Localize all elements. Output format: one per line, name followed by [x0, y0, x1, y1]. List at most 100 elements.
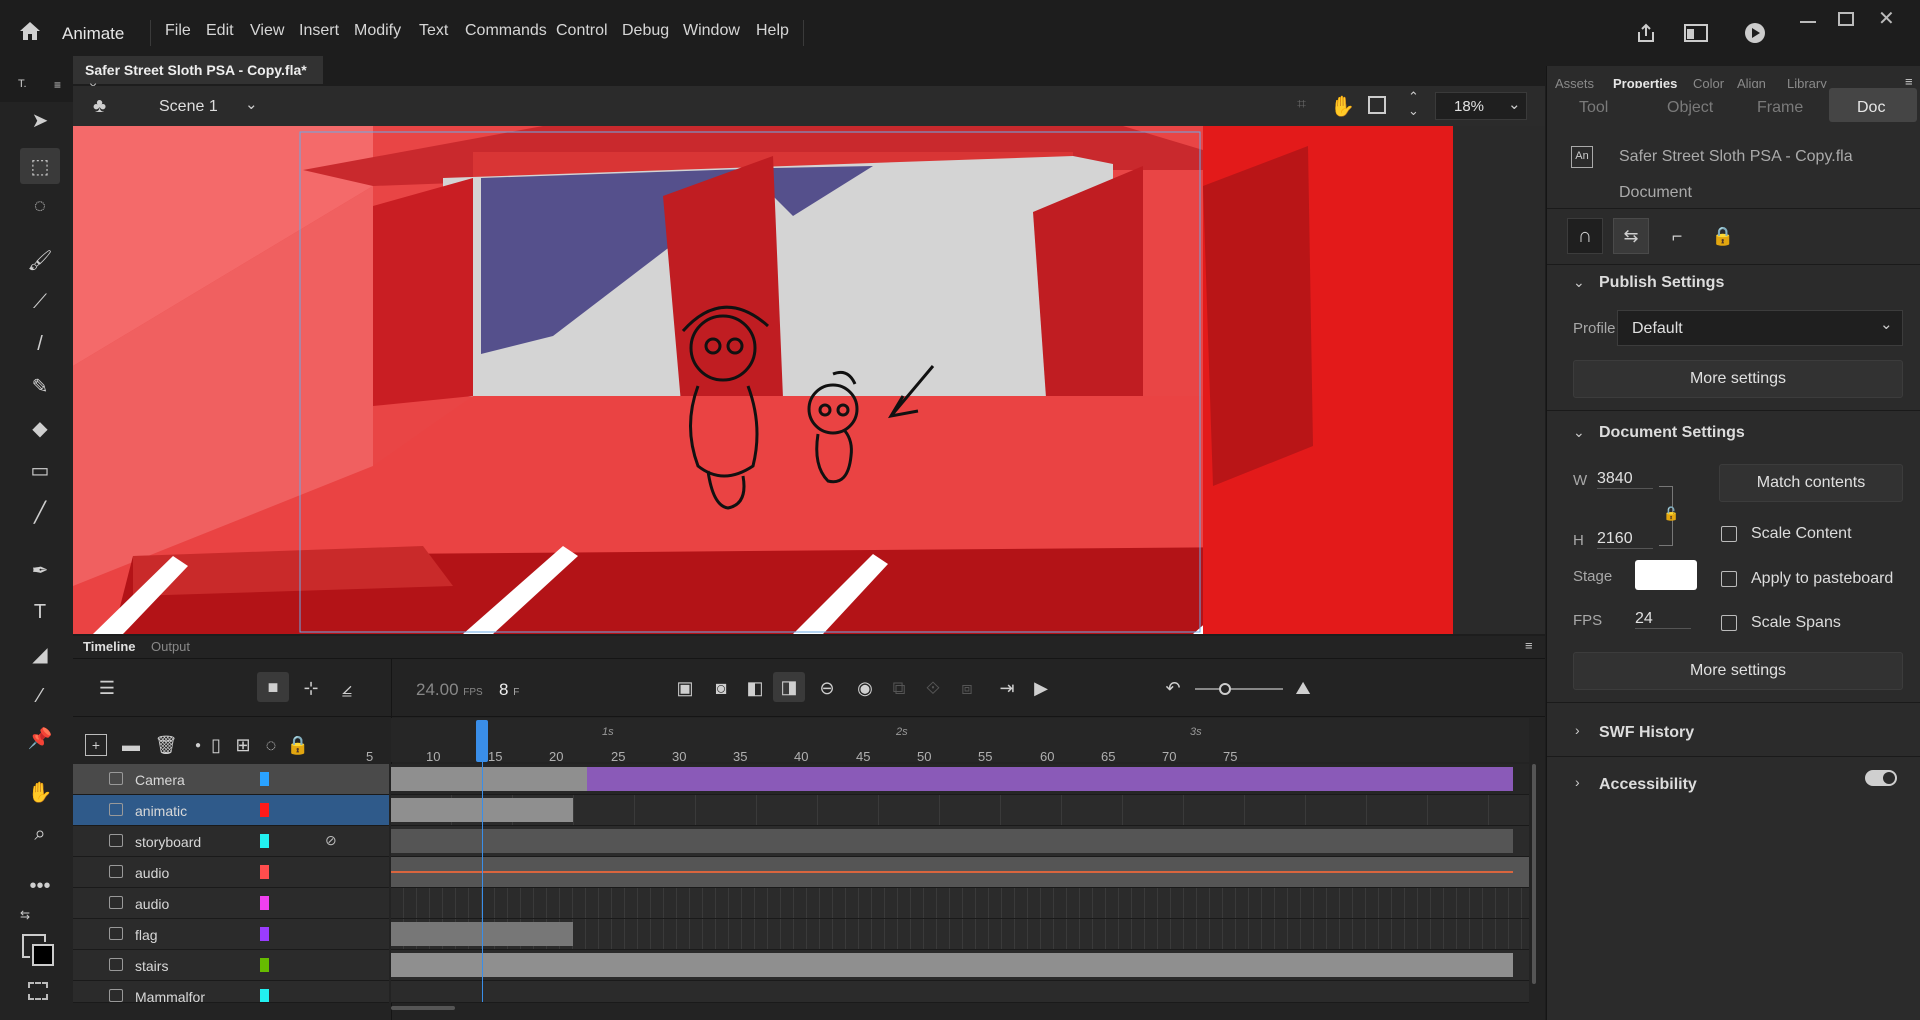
subtab-frame[interactable]: Frame — [1757, 99, 1803, 117]
layer-row-animatic[interactable]: animatic — [73, 795, 389, 826]
paint-brush-tool-icon[interactable]: ⟋ — [20, 284, 60, 320]
accessibility-toggle[interactable] — [1865, 770, 1897, 786]
timeline-menu-icon[interactable]: ≡ — [1525, 638, 1533, 653]
menu-view[interactable]: View — [250, 22, 284, 40]
apply-pasteboard-checkbox[interactable] — [1721, 571, 1737, 587]
menu-file[interactable]: File — [165, 22, 191, 40]
zoom-stepper-icon[interactable]: ⌃ ⌄ — [1408, 90, 1419, 118]
layer-color-swatch[interactable] — [260, 989, 269, 1002]
auto-keyframe-icon[interactable]: ◨ — [773, 672, 805, 702]
menu-insert[interactable]: Insert — [299, 22, 339, 40]
minimize-icon[interactable] — [1800, 12, 1816, 24]
layer-row-mammalfor[interactable]: Mammalfor — [73, 981, 389, 1003]
lasso-tool-icon[interactable]: ◌ — [20, 188, 60, 224]
frame-span[interactable] — [391, 767, 587, 791]
menu-commands[interactable]: Commands — [465, 22, 547, 40]
layer-row-audio-2[interactable]: audio — [73, 888, 389, 919]
subtab-tool[interactable]: Tool — [1579, 99, 1608, 117]
frames-flag[interactable] — [391, 919, 1529, 950]
scale-spans-checkbox[interactable] — [1721, 615, 1737, 631]
tab-timeline[interactable]: Timeline — [83, 639, 136, 654]
frame-span[interactable] — [391, 829, 1513, 853]
camera-tween-span[interactable] — [587, 767, 1513, 791]
pen-tool-icon[interactable]: ✒ — [20, 552, 60, 588]
frame-display[interactable]: 8 F — [499, 680, 519, 700]
panel-menu-icon[interactable]: ≡ — [1905, 74, 1913, 89]
layer-color-swatch[interactable] — [260, 772, 269, 786]
document-more-settings-button[interactable]: More settings — [1573, 652, 1903, 690]
close-icon[interactable]: ✕ — [1878, 6, 1895, 31]
rectangle-tool-icon[interactable]: ▭ — [20, 452, 60, 488]
menu-control[interactable]: Control — [556, 22, 608, 40]
stage-area[interactable] — [73, 126, 1545, 634]
line-tool-icon[interactable]: ╱ — [20, 494, 60, 530]
insert-keyframe-icon[interactable]: ▣ — [673, 676, 697, 700]
accessibility-header[interactable]: Accessibility — [1599, 776, 1697, 794]
pencil-tool-icon[interactable]: ✎ — [20, 368, 60, 404]
maximize-icon[interactable] — [1838, 12, 1854, 26]
frame-zoom-slider-handle[interactable] — [1219, 683, 1231, 695]
zoom-field[interactable]: 18% ⌄ — [1435, 92, 1527, 120]
layers-icon[interactable]: ☰ — [95, 676, 119, 700]
camera-layer-icon[interactable]: ⊞ — [231, 734, 255, 756]
menu-window[interactable]: Window — [683, 22, 740, 40]
clear-keyframe-icon[interactable]: ⊖ — [815, 676, 839, 700]
layer-parenting-icon[interactable]: ⊹ — [299, 676, 323, 700]
scene-chevron-icon[interactable]: ⌄ — [245, 95, 258, 113]
layer-color-swatch[interactable] — [260, 865, 269, 879]
swf-chevron-icon[interactable]: › — [1575, 722, 1580, 738]
new-layer-icon[interactable]: + — [85, 734, 107, 756]
camera-tool-icon[interactable]: ■ — [257, 672, 289, 702]
share-icon[interactable] — [1635, 22, 1657, 48]
test-movie-icon[interactable] — [1744, 22, 1766, 48]
publish-more-settings-button[interactable]: More settings — [1573, 360, 1903, 398]
outline-layers-icon[interactable]: ▯ — [209, 734, 223, 756]
frames-audio[interactable] — [391, 857, 1529, 888]
menu-help[interactable]: Help — [756, 22, 789, 40]
padlock-icon[interactable]: 🔓 — [1663, 506, 1679, 522]
layer-color-swatch[interactable] — [260, 896, 269, 910]
new-folder-icon[interactable]: ▬ — [119, 734, 143, 756]
classic-brush-tool-icon[interactable]: / — [20, 326, 60, 362]
layer-color-swatch[interactable] — [260, 927, 269, 941]
playhead[interactable] — [476, 720, 488, 762]
lock-all-layers-icon[interactable]: 🔒 — [287, 734, 309, 756]
more-tools-icon[interactable]: ••• — [20, 868, 60, 904]
undo-view-icon[interactable]: ↶ — [1161, 676, 1185, 700]
frames-animatic[interactable] — [391, 795, 1529, 826]
paint-bucket-tool-icon[interactable]: ◢ — [20, 636, 60, 672]
document-chevron-icon[interactable]: ⌄ — [1573, 424, 1585, 441]
layer-row-flag[interactable]: flag — [73, 919, 389, 950]
document-settings-header[interactable]: Document Settings — [1599, 424, 1745, 442]
play-icon[interactable]: ▶ — [1029, 676, 1053, 700]
snap-magnet-icon[interactable]: ∩ — [1567, 218, 1603, 254]
timeline-hscrollbar[interactable] — [391, 1006, 455, 1010]
scene-name[interactable]: Scene 1 — [159, 98, 218, 116]
eyedropper-tool-icon[interactable]: ⁄ — [20, 678, 60, 714]
stage-canvas[interactable] — [73, 126, 1545, 634]
home-icon[interactable] — [18, 20, 42, 42]
tab-output[interactable]: Output — [151, 639, 190, 654]
loop-icon[interactable]: ⇥ — [995, 676, 1019, 700]
hide-all-layers-icon[interactable]: ◌ — [259, 734, 283, 756]
fit-frames-icon[interactable]: ⛰ — [1291, 676, 1315, 700]
shape-tween-icon[interactable]: ⧈ — [955, 676, 979, 700]
hand-tool-icon[interactable]: ✋ — [20, 774, 60, 810]
frames-audio-2[interactable] — [391, 888, 1529, 919]
frame-span[interactable] — [391, 953, 1513, 977]
menu-text[interactable]: Text — [419, 22, 448, 40]
width-field[interactable]: 3840 — [1597, 470, 1653, 489]
layer-color-swatch[interactable] — [260, 834, 269, 848]
frames-stairs[interactable] — [391, 950, 1529, 981]
text-tool-icon[interactable]: T — [20, 594, 60, 630]
publish-chevron-icon[interactable]: ⌄ — [1573, 274, 1585, 291]
publish-settings-header[interactable]: Publish Settings — [1599, 274, 1724, 292]
accessibility-chevron-icon[interactable]: › — [1575, 774, 1580, 790]
menu-debug[interactable]: Debug — [622, 22, 669, 40]
zoom-tool-icon[interactable]: ⌕ — [20, 816, 60, 852]
menu-modify[interactable]: Modify — [354, 22, 401, 40]
brush-tool-icon[interactable]: 🖌 — [20, 242, 60, 278]
onion-skin-icon[interactable]: ◉ — [853, 676, 877, 700]
layer-row-audio[interactable]: audio — [73, 857, 389, 888]
layer-row-camera[interactable]: Camera — [73, 764, 389, 795]
